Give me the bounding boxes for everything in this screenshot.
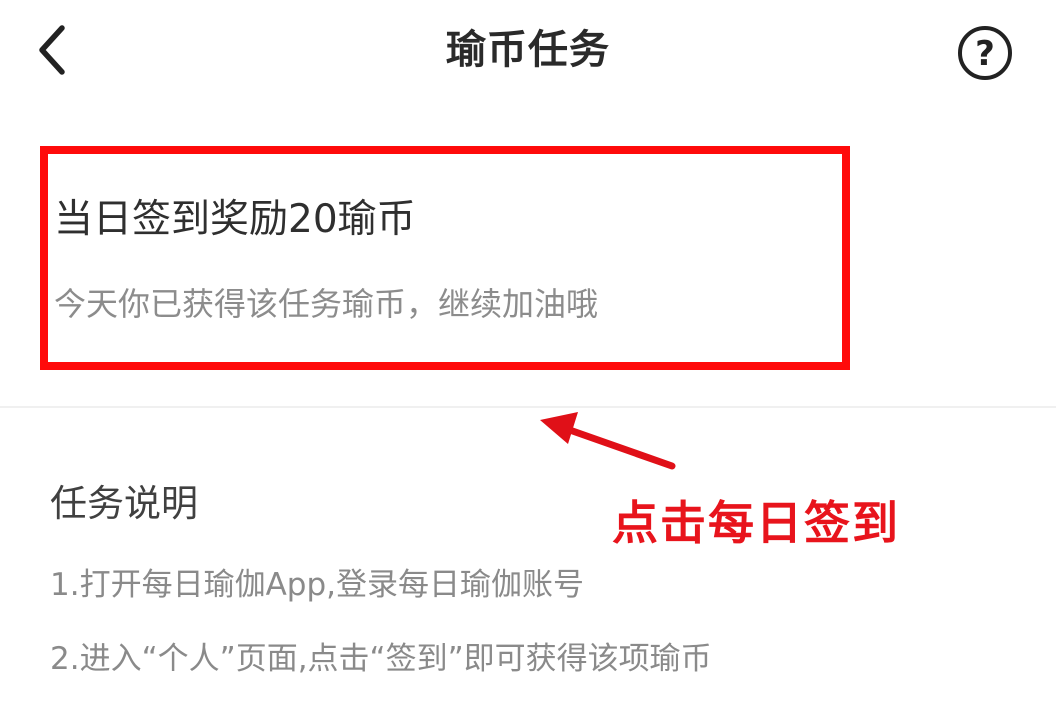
section-divider (0, 406, 1056, 408)
arrow-icon (540, 412, 676, 470)
task-subtitle: 今天你已获得该任务瑜币，继续加油哦 (54, 285, 599, 323)
instruction-item: 2.进入“个人”页面,点击“签到”即可获得该项瑜币 (50, 641, 712, 677)
page-title: 瑜币任务 (446, 27, 610, 73)
instruction-item: 1.打开每日瑜伽App,登录每日瑜伽账号 (50, 567, 584, 603)
daily-checkin-task-card[interactable]: 当日签到奖励20瑜币 今天你已获得该任务瑜币，继续加油哦 (0, 140, 1056, 380)
question-circle-icon: ? (958, 26, 1012, 80)
section-title: 任务说明 (50, 482, 198, 525)
help-button[interactable]: ? (954, 22, 1016, 84)
annotation-label: 点击每日签到 (612, 496, 900, 550)
help-question-mark: ? (975, 34, 995, 74)
task-title: 当日签到奖励20瑜币 (54, 197, 416, 242)
top-navigation-bar: 瑜币任务 ? (0, 0, 1056, 100)
